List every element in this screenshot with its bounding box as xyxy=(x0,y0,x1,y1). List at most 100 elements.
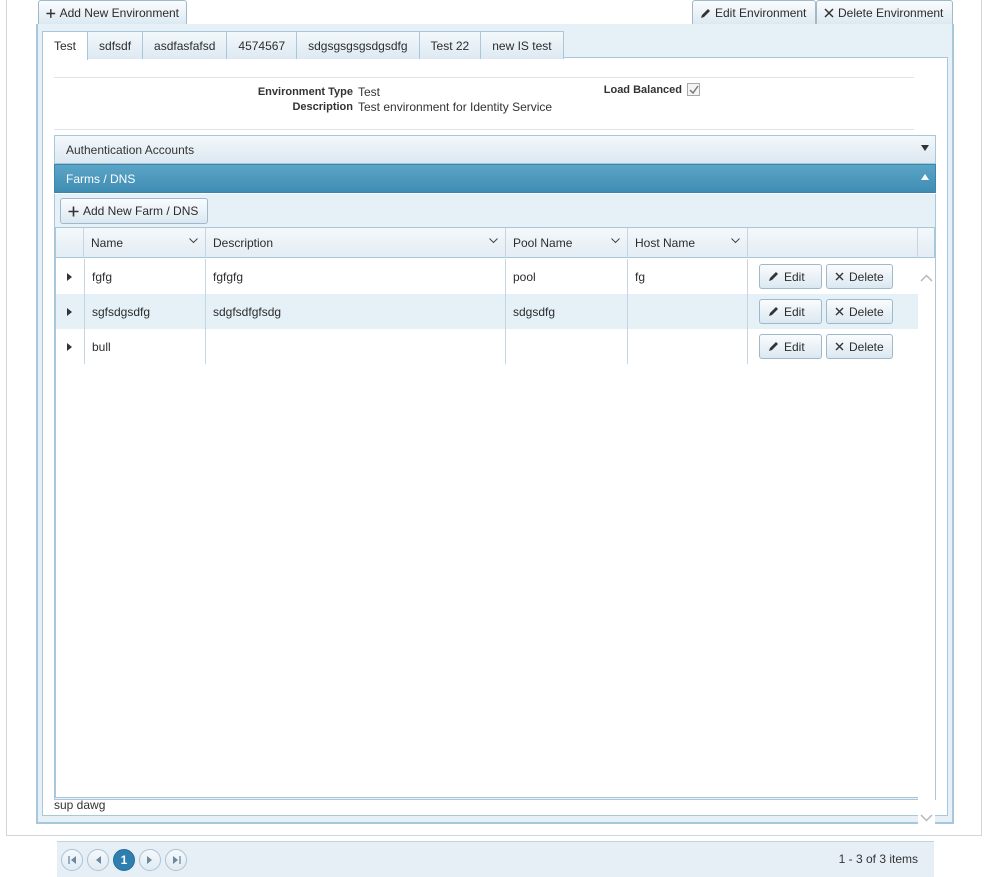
cell-pool-name xyxy=(506,329,628,364)
details-bottom-divider xyxy=(54,129,914,130)
last-page-button[interactable] xyxy=(165,849,187,871)
next-page-icon xyxy=(147,856,152,864)
cell-name: fgfg xyxy=(84,259,206,294)
environment-tabs: Test sdfsdf asdfasfafsd 4574567 sdgsgsgs… xyxy=(42,31,564,60)
expander-column-header xyxy=(56,228,84,258)
chevron-down-icon[interactable] xyxy=(489,238,498,244)
last-page-icon xyxy=(172,856,181,864)
cell-host-name: fg xyxy=(628,259,748,294)
current-page-button[interactable]: 1 xyxy=(113,849,135,871)
tab-new-is-test[interactable]: new IS test xyxy=(480,31,564,59)
cell-host-name xyxy=(628,294,748,329)
edit-label: Edit xyxy=(784,339,805,354)
column-header-actions xyxy=(748,228,918,258)
chevron-down-icon[interactable] xyxy=(189,238,198,244)
delete-label: Delete xyxy=(849,339,884,354)
grid-vertical-scrollbar[interactable] xyxy=(918,258,935,830)
delete-label: Delete xyxy=(849,304,884,319)
cell-description: sdgfsdfgfsdg xyxy=(206,294,506,329)
edit-environment-label: Edit Environment xyxy=(715,6,807,20)
column-header-name-label: Name xyxy=(91,236,124,250)
column-header-pool-name[interactable]: Pool Name xyxy=(506,228,628,258)
farms-grid: Name Description Pool Name Host Name fgf… xyxy=(55,227,935,798)
cell-description: fgfgfg xyxy=(206,259,506,294)
delete-button[interactable]: Delete xyxy=(826,299,893,324)
pencil-icon xyxy=(769,342,778,351)
column-header-host-name-label: Host Name xyxy=(635,236,696,250)
add-new-farm-dns-label: Add New Farm / DNS xyxy=(83,204,199,218)
edit-environment-button[interactable]: Edit Environment xyxy=(692,0,816,26)
delete-button[interactable]: Delete xyxy=(826,264,893,289)
environment-type-label: Environment Type xyxy=(257,86,353,98)
checkmark-icon xyxy=(688,85,699,94)
table-row: bull Edit Delete xyxy=(56,329,918,364)
expand-row-icon[interactable] xyxy=(67,343,72,351)
add-new-farm-dns-button[interactable]: Add New Farm / DNS xyxy=(60,198,208,224)
edit-label: Edit xyxy=(784,304,805,319)
expand-arrow-icon xyxy=(921,145,929,151)
tab-test[interactable]: Test xyxy=(42,31,89,60)
description-value: Test environment for Identity Service xyxy=(358,100,553,114)
column-header-pool-name-label: Pool Name xyxy=(513,236,573,250)
collapse-arrow-icon xyxy=(921,174,929,180)
edit-button[interactable]: Edit xyxy=(759,334,822,359)
description-label: Description xyxy=(292,101,353,113)
close-icon xyxy=(835,272,844,281)
grid-pager: 1 1 - 3 of 3 items xyxy=(57,841,934,877)
column-header-name[interactable]: Name xyxy=(84,228,206,258)
grid-header: Name Description Pool Name Host Name xyxy=(56,228,934,258)
cell-host-name xyxy=(628,329,748,364)
environment-type-value: Test xyxy=(358,85,381,99)
pencil-icon xyxy=(769,272,778,281)
details-top-divider xyxy=(54,77,914,78)
tab-4574567[interactable]: 4574567 xyxy=(226,31,298,59)
column-header-description-label: Description xyxy=(213,236,274,250)
load-balanced-label: Load Balanced xyxy=(603,84,682,96)
tab-asdfasfafsd[interactable]: asdfasfafsd xyxy=(142,31,228,59)
expand-row-icon[interactable] xyxy=(67,308,72,316)
add-new-environment-button[interactable]: Add New Environment xyxy=(38,0,187,26)
cell-pool-name: pool xyxy=(506,259,628,294)
pager-info: 1 - 3 of 3 items xyxy=(838,852,918,866)
first-page-button[interactable] xyxy=(61,849,83,871)
footer-note: sup dawg xyxy=(54,798,106,812)
load-balanced-checkbox xyxy=(687,83,700,96)
close-icon xyxy=(835,342,844,351)
scroll-up-icon[interactable] xyxy=(920,274,933,282)
edit-button[interactable]: Edit xyxy=(759,264,822,289)
edit-label: Edit xyxy=(784,269,805,284)
close-icon xyxy=(824,8,834,18)
table-row: fgfg fgfgfg pool fg Edit Delete xyxy=(56,259,918,294)
pencil-icon xyxy=(769,307,778,316)
plus-icon xyxy=(68,206,79,216)
previous-page-button[interactable] xyxy=(87,849,109,871)
tab-sdfsdf[interactable]: sdfsdf xyxy=(87,31,144,59)
column-header-host-name[interactable]: Host Name xyxy=(628,228,748,258)
plus-icon xyxy=(46,8,56,18)
previous-page-icon xyxy=(96,856,101,864)
farms-dns-title: Farms / DNS xyxy=(66,171,136,186)
delete-button[interactable]: Delete xyxy=(826,334,893,359)
delete-environment-label: Delete Environment xyxy=(838,6,944,20)
chevron-down-icon[interactable] xyxy=(731,238,740,244)
cell-description xyxy=(206,329,506,364)
add-new-environment-label: Add New Environment xyxy=(59,6,179,20)
delete-label: Delete xyxy=(849,269,884,284)
table-row: sgfsdgsdfg sdgfsdfgfsdg sdgsdfg Edit Del… xyxy=(56,294,918,329)
first-page-icon xyxy=(67,856,76,864)
cell-name: sgfsdgsdfg xyxy=(84,294,206,329)
cell-pool-name: sdgsdfg xyxy=(506,294,628,329)
column-header-description[interactable]: Description xyxy=(206,228,506,258)
next-page-button[interactable] xyxy=(139,849,161,871)
expand-row-icon[interactable] xyxy=(67,273,72,281)
farms-dns-panel-header[interactable]: Farms / DNS xyxy=(54,164,936,193)
delete-environment-button[interactable]: Delete Environment xyxy=(816,0,953,26)
tab-test-22[interactable]: Test 22 xyxy=(418,31,482,59)
scroll-down-icon[interactable] xyxy=(920,814,933,822)
edit-button[interactable]: Edit xyxy=(759,299,822,324)
tab-sdgsgsgsgsdgsdfg[interactable]: sdgsgsgsgsdgsdfg xyxy=(296,31,420,59)
close-icon xyxy=(835,307,844,316)
chevron-down-icon[interactable] xyxy=(611,238,620,244)
cell-name: bull xyxy=(84,329,206,364)
authentication-accounts-panel-header[interactable]: Authentication Accounts xyxy=(54,135,936,164)
